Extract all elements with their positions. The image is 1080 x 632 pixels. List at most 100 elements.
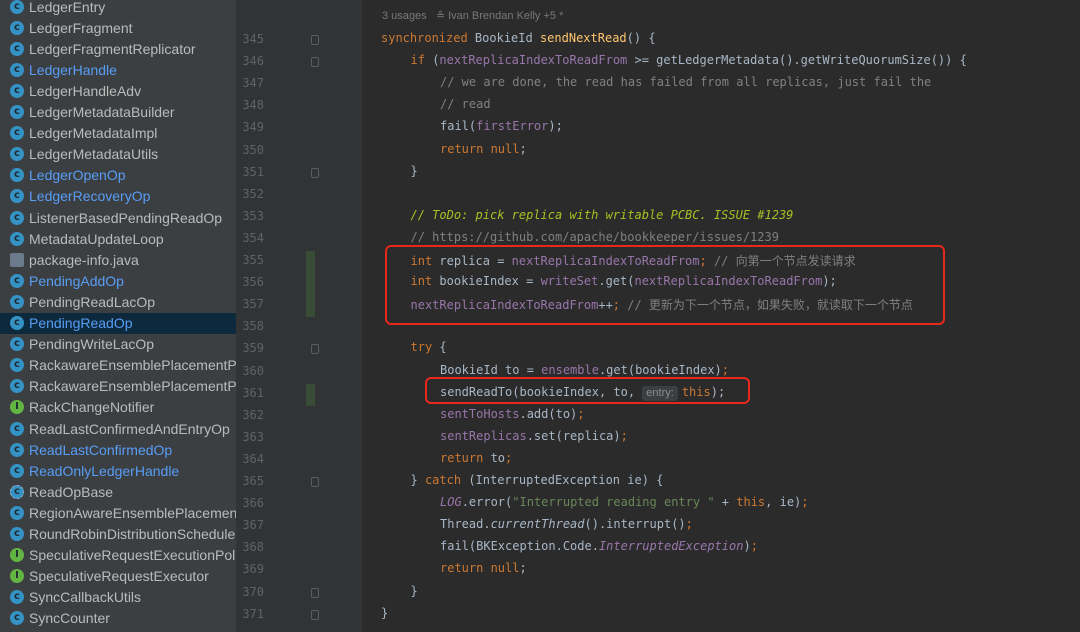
tree-item-label: LedgerFragmentReplicator [29, 40, 196, 57]
fold-marker-icon[interactable] [311, 477, 319, 487]
code-token: return null [440, 141, 520, 156]
tree-item[interactable]: c ReadOnlyLedgerHandle [0, 460, 236, 481]
code-line[interactable]: // https://github.com/apache/bookkeeper/… [411, 230, 779, 244]
tree-item[interactable]: c LedgerMetadataImpl [0, 123, 236, 144]
tree-item[interactable]: c LedgerFragment [0, 17, 236, 38]
code-line[interactable]: // ToDo: pick replica with writable PCBC… [411, 208, 794, 222]
tree-item[interactable]: I SpeculativeRequestExecutionPol [0, 545, 236, 566]
tree-item-label: RegionAwareEnsemblePlacemen [29, 504, 236, 521]
code-token: fail( [440, 119, 477, 134]
tree-item[interactable]: c LedgerHandleAdv [0, 80, 236, 101]
tree-item[interactable]: c LedgerFragmentReplicator [0, 38, 236, 59]
code-line[interactable]: return null; [440, 142, 527, 156]
tree-item[interactable]: c ReadLastConfirmedOp [0, 439, 236, 460]
tree-item[interactable]: c LedgerHandle [0, 59, 236, 80]
tree-item[interactable]: c LedgerEntry [0, 0, 236, 17]
code-token: currentThread [490, 517, 585, 532]
tree-item-label: LedgerFragment [29, 19, 133, 36]
class-icon: c [10, 463, 24, 478]
tree-item[interactable]: c PendingWriteLacOp [0, 334, 236, 355]
code-line[interactable]: } catch (InterruptedException ie) { [411, 473, 664, 487]
usage-info-hint[interactable]: 3 usages ≗ Ivan Brendan Kelly +5 * [382, 9, 563, 22]
code-token: BookieId [474, 31, 540, 45]
tree-item[interactable]: c RoundRobinDistributionSchedule [0, 524, 236, 545]
code-line[interactable]: return to; [440, 451, 512, 465]
tree-item-label: ReadLastConfirmedOp [29, 441, 173, 458]
code-token: + [714, 495, 737, 510]
code-line[interactable]: return null; [440, 561, 527, 575]
tree-item[interactable]: c LedgerMetadataUtils [0, 144, 236, 165]
abstract-class-icon: c [10, 484, 24, 499]
code-token: ; [750, 539, 758, 554]
code-line[interactable]: if (nextReplicaIndexToReadFrom >= getLed… [411, 53, 967, 67]
class-icon: c [10, 189, 24, 204]
code-line[interactable]: fail(BKException.Code.InterruptedExcepti… [440, 539, 758, 553]
fold-marker-icon[interactable] [311, 609, 319, 620]
interface-icon: I [10, 400, 24, 415]
code-line[interactable]: fail(firstError); [440, 119, 563, 133]
code-line[interactable]: // read [440, 97, 491, 111]
tree-item-label: PendingReadOp [29, 315, 133, 331]
code-line[interactable]: } [411, 584, 418, 598]
code-token: } [410, 163, 418, 178]
project-tree-panel: c LedgerEntry c LedgerFragment c LedgerFragme… [0, 0, 236, 632]
tree-item[interactable]: c ListenerBasedPendingReadOp [0, 207, 236, 228]
code-token: () { [626, 31, 656, 45]
code-line[interactable]: sentToHosts.add(to); [440, 407, 585, 421]
tree-item[interactable]: c SyncCallbackUtils [0, 587, 236, 608]
class-icon: c [10, 0, 24, 14]
line-number: 354 [242, 230, 264, 245]
code-line[interactable]: sentReplicas.set(replica); [440, 429, 628, 443]
tree-item[interactable]: c RegionAwareEnsemblePlacemen [0, 502, 236, 523]
tree-item[interactable]: c LedgerMetadataBuilder [0, 102, 236, 123]
tree-item[interactable]: I RackChangeNotifier [0, 397, 236, 418]
code-token: ; [519, 561, 527, 576]
line-number: 356 [242, 275, 264, 290]
tree-item[interactable]: c MetadataUpdateLoop [0, 228, 236, 249]
code-line[interactable]: try { [411, 340, 447, 354]
tree-item[interactable]: c PendingReadLacOp [0, 291, 236, 312]
tree-item[interactable]: I SpeculativeRequestExecutor [0, 566, 236, 587]
code-line[interactable]: } [411, 164, 418, 178]
annotation-highlight-box [385, 245, 945, 325]
code-line[interactable]: synchronized BookieId sendNextRead() { [381, 31, 656, 45]
tree-item-label: LedgerMetadataUtils [29, 146, 159, 163]
class-icon: c [10, 590, 24, 605]
code-line[interactable]: LOG.error("Interrupted reading entry " +… [440, 495, 809, 509]
code-line[interactable]: // we are done, the read has failed from… [440, 75, 931, 89]
line-number: 348 [242, 98, 264, 113]
line-number: 363 [242, 429, 264, 444]
fold-marker-icon[interactable] [311, 587, 319, 598]
tree-item[interactable]: c PendingAddOp [0, 270, 236, 291]
tree-item[interactable]: c RackawareEnsemblePlacementP [0, 355, 236, 376]
line-number: 355 [242, 253, 264, 267]
code-line[interactable]: Thread.currentThread().interrupt(); [440, 517, 693, 531]
class-icon: c [10, 83, 24, 98]
tree-item-label: LedgerEntry [29, 0, 106, 15]
tree-item[interactable]: c LedgerOpenOp [0, 165, 236, 186]
tree-item[interactable]: package-info.java [0, 249, 236, 270]
code-line[interactable]: } [381, 606, 388, 620]
line-number: 360 [242, 363, 264, 378]
line-number: 358 [242, 319, 264, 334]
class-icon: c [10, 527, 24, 541]
code-token: return null [440, 561, 520, 576]
line-number: 350 [242, 142, 264, 157]
fold-marker-icon[interactable] [311, 57, 319, 68]
annotation-highlight-box [425, 377, 750, 404]
tree-item[interactable]: c LedgerRecoveryOp [0, 186, 236, 207]
fold-marker-icon[interactable] [311, 344, 319, 355]
code-line[interactable]: BookieId to = ensemble.get(bookieIndex); [440, 363, 729, 377]
tree-item[interactable]: c RackawareEnsemblePlacementP [0, 376, 236, 397]
tree-item-label: RackawareEnsemblePlacementP [29, 357, 236, 374]
tree-item[interactable]: c ReadOpBase [0, 481, 236, 502]
tree-item[interactable]: c ReadLastConfirmedAndEntryOp [0, 418, 236, 439]
class-icon: c [10, 105, 24, 119]
tree-item[interactable]: c SyncCounter [0, 608, 236, 629]
fold-marker-icon[interactable] [311, 35, 319, 45]
code-token: // read [440, 97, 491, 112]
tree-item[interactable]: c PendingReadOp [0, 312, 236, 334]
class-icon: c [10, 505, 24, 520]
tree-item-label: SyncCounter [29, 610, 110, 627]
fold-marker-icon[interactable] [311, 167, 319, 178]
